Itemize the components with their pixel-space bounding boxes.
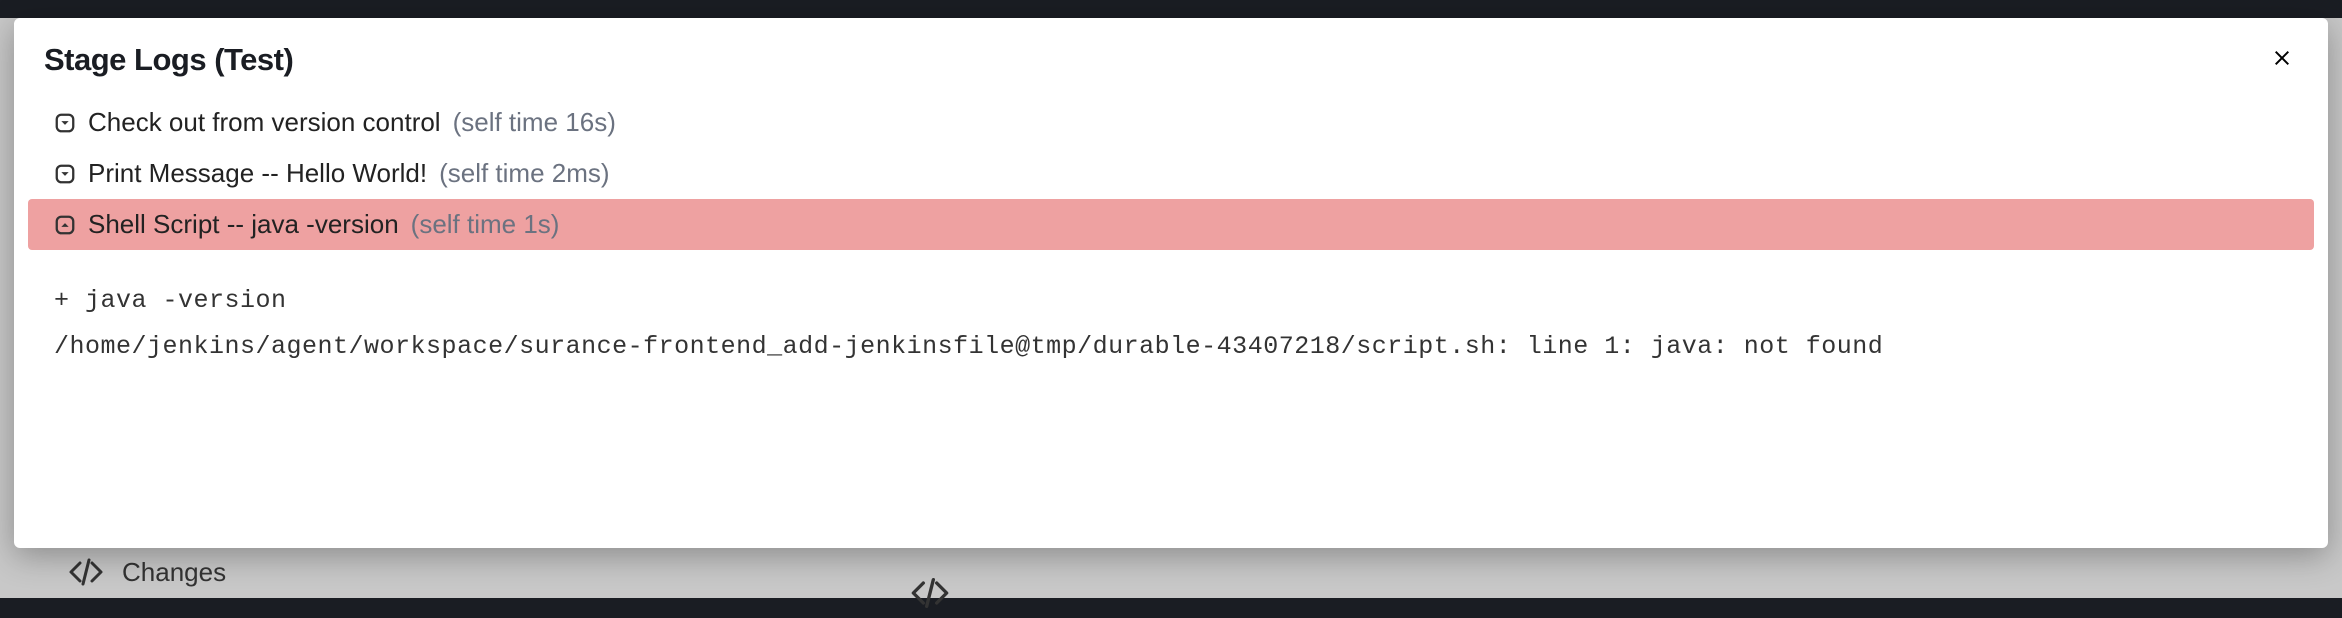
stage-logs-modal: Stage Logs (Test) Check out from version… [14,18,2328,548]
backdrop-bottom-icon [900,573,960,618]
chevron-up-icon [54,214,76,236]
chevron-down-icon [54,163,76,185]
backdrop-topbar [0,0,2342,18]
step-row-checkout[interactable]: Check out from version control (self tim… [14,97,2328,148]
step-label: Print Message -- Hello World! [88,158,427,189]
modal-header: Stage Logs (Test) [14,18,2328,97]
step-time: (self time 2ms) [439,158,609,189]
step-time: (self time 16s) [453,107,616,138]
step-label: Check out from version control [88,107,441,138]
step-row-shell-script[interactable]: Shell Script -- java -version (self time… [28,199,2314,250]
modal-title: Stage Logs (Test) [44,42,293,78]
code-icon [68,554,104,590]
backdrop-sidebar-item: Changes [68,546,226,598]
step-label: Shell Script -- java -version [88,209,399,240]
backdrop-changes-label: Changes [122,557,226,588]
step-time: (self time 1s) [411,209,560,240]
console-output: + java -version /home/jenkins/agent/work… [14,250,2328,381]
close-button[interactable] [2266,42,2298,79]
step-row-print[interactable]: Print Message -- Hello World! (self time… [14,148,2328,199]
chevron-down-icon [54,112,76,134]
